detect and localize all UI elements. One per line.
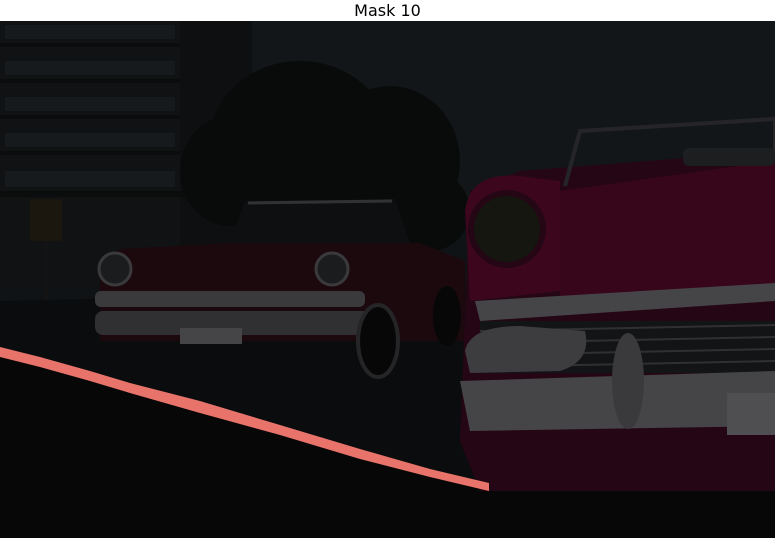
figure-title-bar: Mask 10 (0, 0, 775, 21)
mask-title: Mask 10 (354, 0, 421, 20)
photo-canvas (0, 21, 775, 538)
masked-photo (0, 21, 775, 538)
